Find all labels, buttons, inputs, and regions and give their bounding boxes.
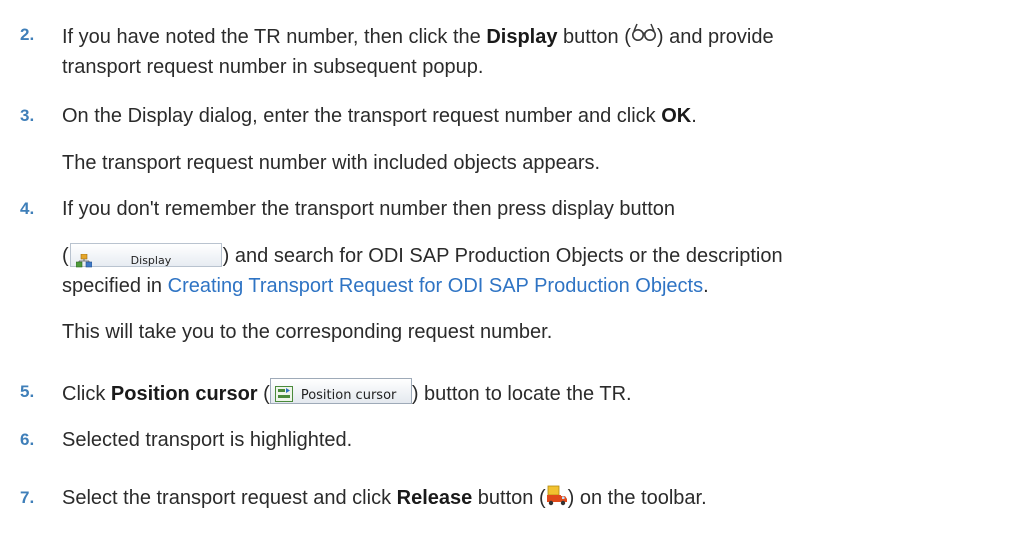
position-cursor-button-image: Position cursor xyxy=(269,378,412,404)
step-text: If you have noted the TR number, then cl… xyxy=(62,21,1022,51)
step-text: If you don't remember the transport numb… xyxy=(62,198,676,220)
step-4-note: This will take you to the corresponding … xyxy=(62,321,553,343)
step-4-line3: specified in Creating Transport Request … xyxy=(62,275,709,297)
ok-label: OK xyxy=(661,105,692,127)
display-button-image: Display xyxy=(69,243,222,268)
step-number: 3. xyxy=(20,106,35,125)
step-number: 7. xyxy=(20,488,35,507)
position-cursor-icon xyxy=(274,382,293,402)
step-2-continuation: transport request number in subsequent p… xyxy=(62,56,484,78)
step-number: 6. xyxy=(20,430,35,449)
truck-release-icon xyxy=(546,485,568,507)
glasses-icon xyxy=(631,21,657,45)
hierarchy-icon xyxy=(75,248,92,268)
step-number: 2. xyxy=(20,25,35,44)
step-text: Selected transport is highlighted. xyxy=(62,429,353,451)
display-label: Display xyxy=(486,26,558,48)
step-3-note: The transport request number with includ… xyxy=(62,152,601,174)
step-text: On the Display dialog, enter the transpo… xyxy=(62,105,697,127)
position-cursor-label: Position cursor xyxy=(110,383,258,405)
step-4-line2: (Display) and search for ODI SAP Product… xyxy=(62,243,783,268)
release-label: Release xyxy=(396,487,473,509)
step-number: 4. xyxy=(20,199,35,218)
step-text: Click Position cursor (Position cursor) … xyxy=(62,378,1022,408)
step-text: Select the transport request and click R… xyxy=(62,485,707,509)
creating-transport-request-link[interactable]: Creating Transport Request for ODI SAP P… xyxy=(168,275,703,297)
step-number: 5. xyxy=(20,382,35,401)
